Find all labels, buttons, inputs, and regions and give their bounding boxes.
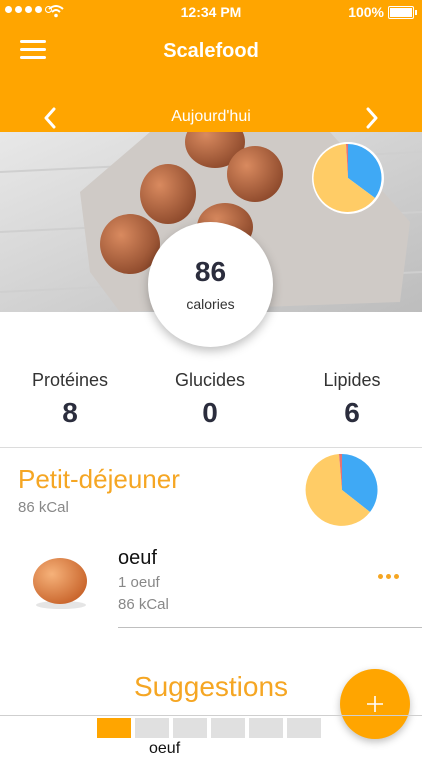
page-indicator[interactable]	[287, 718, 321, 738]
macro-label: Protéines	[31, 370, 109, 390]
page-indicator[interactable]	[211, 718, 245, 738]
food-quantity: 1 oeuf	[118, 574, 160, 591]
food-item-row[interactable]: oeuf 1 oeuf 86 kCal	[0, 540, 422, 628]
app-header: Scalefood Aujourd'hui	[0, 24, 422, 132]
egg-food-image	[33, 558, 87, 609]
calories-summary-circle: 86 calories	[148, 222, 273, 347]
suggestions-divider	[0, 715, 422, 716]
suggestions-page-indicator[interactable]	[97, 718, 321, 738]
battery-icon	[388, 6, 417, 19]
macro-carbs: Glucides 0	[140, 370, 280, 429]
app-title: Scalefood	[163, 40, 259, 62]
battery-percentage: 100%	[348, 4, 384, 20]
plus-icon	[367, 696, 383, 712]
page-indicator[interactable]	[135, 718, 169, 738]
page-indicator-active[interactable]	[97, 718, 131, 738]
meal-kcal: 86 kCal	[18, 499, 69, 516]
food-name: oeuf	[118, 547, 157, 569]
item-divider	[118, 627, 422, 628]
food-kcal: 86 kCal	[118, 596, 169, 613]
calories-value: 86	[194, 256, 227, 287]
macro-lipids: Lipides 6	[282, 370, 422, 429]
macro-label: Glucides	[174, 370, 246, 390]
date-navigator: Aujourd'hui	[0, 102, 422, 132]
macro-value: 8	[62, 397, 78, 428]
meal-title[interactable]: Petit-déjeuner	[18, 464, 180, 495]
date-label: Aujourd'hui	[171, 108, 251, 125]
macros-summary: Protéines 8 Glucides 0 Lipides 6	[0, 370, 422, 440]
macro-label: Lipides	[323, 370, 381, 390]
hero-macro-pie-chart	[312, 142, 384, 214]
meal-macro-pie-chart	[305, 453, 378, 526]
add-food-button[interactable]	[340, 669, 410, 739]
next-day-chevron-icon[interactable]	[362, 106, 382, 130]
status-bar: 12:34 PM 100%	[0, 0, 422, 24]
section-divider	[0, 447, 422, 448]
macro-proteins: Protéines 8	[0, 370, 140, 429]
macro-value: 0	[202, 397, 218, 428]
macro-value: 6	[344, 397, 360, 428]
page-indicator[interactable]	[249, 718, 283, 738]
more-options-icon[interactable]	[378, 568, 404, 584]
page-indicator[interactable]	[173, 718, 207, 738]
calories-label: calories	[186, 296, 235, 312]
suggestion-preview-text: oeuf	[149, 740, 181, 757]
